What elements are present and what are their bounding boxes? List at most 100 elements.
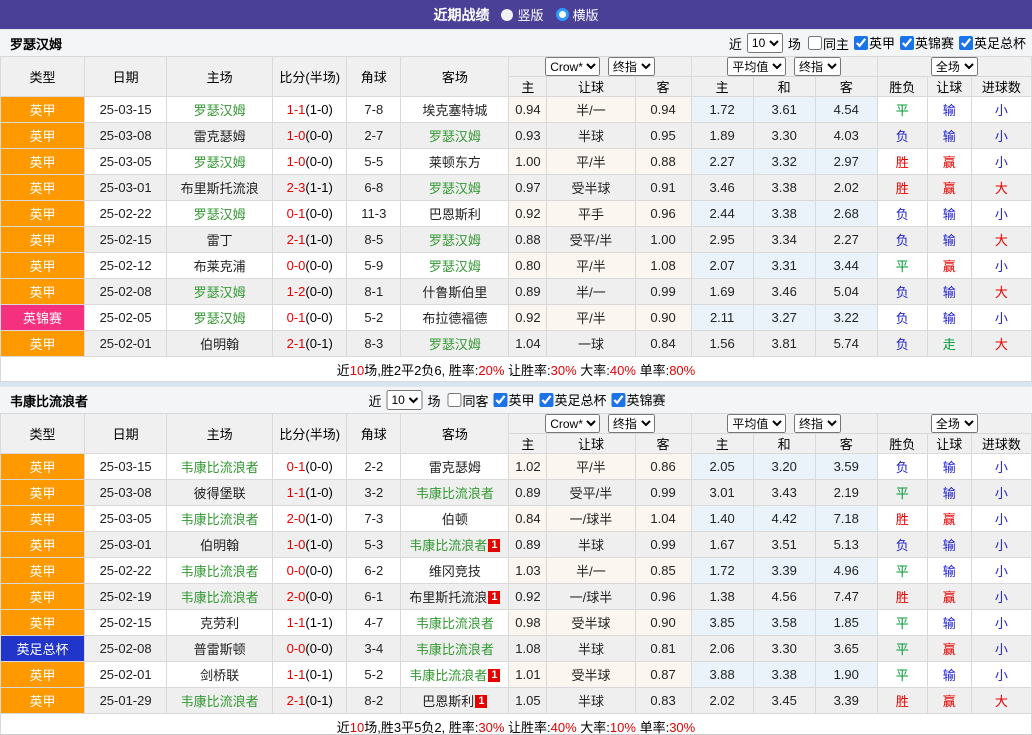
same-venue-checkbox[interactable] (447, 393, 461, 407)
corners-cell: 2-7 (347, 123, 401, 149)
home-team-cell: 韦康比流浪者 (167, 454, 273, 480)
avg-home-cell: 2.05 (691, 454, 753, 480)
avg-draw-cell: 3.31 (753, 253, 815, 279)
radio-selected-icon[interactable] (556, 8, 569, 21)
team-name: 罗瑟汉姆 (429, 181, 481, 196)
away-team-cell: 韦康比流浪者 (401, 610, 509, 636)
corners-cell: 5-2 (347, 305, 401, 331)
col-result-wdl: 胜负 (877, 434, 927, 454)
match-row: 英锦赛25-02-05罗瑟汉姆0-1(0-0)5-2布拉德福德0.92平/半0.… (1, 305, 1032, 331)
col-odds-away: 客 (635, 77, 691, 97)
result-handicap-cell: 输 (927, 610, 971, 636)
summary-segment: 让胜率: (504, 720, 550, 735)
summary-row: 近10场,胜2平2负6, 胜率:20% 让胜率:30% 大率:40% 单率:80… (1, 357, 1032, 382)
avg-away-cell: 5.13 (815, 532, 877, 558)
final-odds-select-2[interactable]: 终指 (794, 57, 841, 76)
col-odds-handicap: 让球 (547, 434, 635, 454)
odds-away-cell: 0.99 (635, 279, 691, 305)
result-wdl-cell: 负 (877, 227, 927, 253)
recent-count-select[interactable]: 10 (386, 390, 422, 410)
average-select[interactable]: 平均值 (727, 57, 786, 76)
same-venue-filter[interactable]: 同客 (444, 391, 488, 410)
league-checkbox[interactable] (494, 393, 508, 407)
full-match-select[interactable]: 全场 (931, 57, 978, 76)
avg-away-cell: 7.18 (815, 506, 877, 532)
team-name: 埃克塞特城 (422, 103, 487, 118)
result-goals-cell: 小 (971, 123, 1031, 149)
odds-away-cell: 0.94 (635, 97, 691, 123)
away-team-cell: 罗瑟汉姆 (401, 123, 509, 149)
col-home: 主场 (167, 414, 273, 454)
layout-radio-vertical[interactable]: 竖版 (501, 5, 543, 24)
odds-away-cell: 0.83 (635, 688, 691, 714)
result-goals-cell: 小 (971, 532, 1031, 558)
league-checkbox[interactable] (854, 36, 868, 50)
result-wdl-cell: 负 (877, 331, 927, 357)
team-name: 韦康比流浪者 (409, 538, 487, 553)
team-name-heading: 罗瑟汉姆 (6, 34, 62, 53)
home-team-cell: 布里斯托流浪 (167, 175, 273, 201)
avg-draw-cell: 3.61 (753, 97, 815, 123)
recent-count-select[interactable]: 10 (747, 33, 783, 53)
col-result-wdl: 胜负 (877, 77, 927, 97)
same-venue-filter[interactable]: 同主 (805, 34, 849, 53)
team-name: 伯明翰 (200, 337, 239, 352)
summary-segment: 20% (478, 363, 504, 378)
home-team-cell: 韦康比流浪者 (167, 688, 273, 714)
corners-cell: 11-3 (347, 201, 401, 227)
halftime-score: (0-0) (305, 154, 332, 169)
col-away: 客场 (401, 414, 509, 454)
league-checkbox[interactable] (900, 36, 914, 50)
result-goals-cell: 小 (971, 201, 1031, 227)
fulltime-score: 2-0 (287, 511, 306, 526)
team-name: 维冈竞技 (429, 564, 481, 579)
avg-draw-cell: 3.45 (753, 688, 815, 714)
final-odds-select[interactable]: 终指 (608, 57, 655, 76)
col-odds-home: 主 (509, 77, 547, 97)
avg-draw-cell: 3.38 (753, 662, 815, 688)
average-select[interactable]: 平均值 (727, 414, 786, 433)
league-filter[interactable]: 英足总杯 (537, 390, 607, 409)
home-team-cell: 罗瑟汉姆 (167, 149, 273, 175)
league-filter[interactable]: 英甲 (491, 390, 535, 409)
result-handicap-cell: 输 (927, 532, 971, 558)
full-match-select[interactable]: 全场 (931, 414, 978, 433)
team-name: 韦康比流浪者 (181, 694, 259, 709)
avg-away-cell: 5.74 (815, 331, 877, 357)
league-filter[interactable]: 英锦赛 (897, 33, 954, 52)
avg-away-cell: 3.65 (815, 636, 877, 662)
date-cell: 25-03-15 (85, 97, 167, 123)
result-handicap-cell: 输 (927, 558, 971, 584)
league-checkbox[interactable] (612, 393, 626, 407)
corners-cell: 5-5 (347, 149, 401, 175)
avg-home-cell: 2.44 (691, 201, 753, 227)
radio-unselected-icon[interactable] (501, 9, 513, 21)
league-type-cell: 英甲 (1, 253, 85, 279)
table-body: 英甲25-03-15罗瑟汉姆1-1(1-0)7-8埃克塞特城0.94半/一0.9… (1, 97, 1032, 357)
league-filter[interactable]: 英锦赛 (609, 390, 666, 409)
league-type-cell: 英甲 (1, 201, 85, 227)
odds-away-cell: 0.87 (635, 662, 691, 688)
same-venue-label: 同主 (823, 34, 849, 53)
avg-draw-cell: 3.30 (753, 636, 815, 662)
league-filter[interactable]: 英足总杯 (956, 33, 1026, 52)
same-venue-checkbox[interactable] (808, 36, 822, 50)
away-team-cell: 罗瑟汉姆 (401, 331, 509, 357)
date-cell: 25-03-15 (85, 454, 167, 480)
league-filter[interactable]: 英甲 (851, 33, 895, 52)
layout-radio-horizontal[interactable]: 横版 (556, 5, 599, 24)
league-filter-group: 英甲英足总杯英锦赛 (489, 390, 666, 410)
avg-draw-cell: 3.38 (753, 201, 815, 227)
league-type-cell: 英甲 (1, 610, 85, 636)
odds-handicap-cell: 半球 (547, 123, 635, 149)
league-checkbox[interactable] (540, 393, 554, 407)
final-odds-select[interactable]: 终指 (608, 414, 655, 433)
result-goals-cell: 小 (971, 558, 1031, 584)
halftime-score: (0-0) (305, 284, 332, 299)
avg-draw-cell: 3.39 (753, 558, 815, 584)
bookmaker-select[interactable]: Crow* (545, 414, 600, 433)
corners-cell: 3-4 (347, 636, 401, 662)
bookmaker-select[interactable]: Crow* (545, 57, 600, 76)
final-odds-select-2[interactable]: 终指 (794, 414, 841, 433)
league-checkbox[interactable] (959, 36, 973, 50)
